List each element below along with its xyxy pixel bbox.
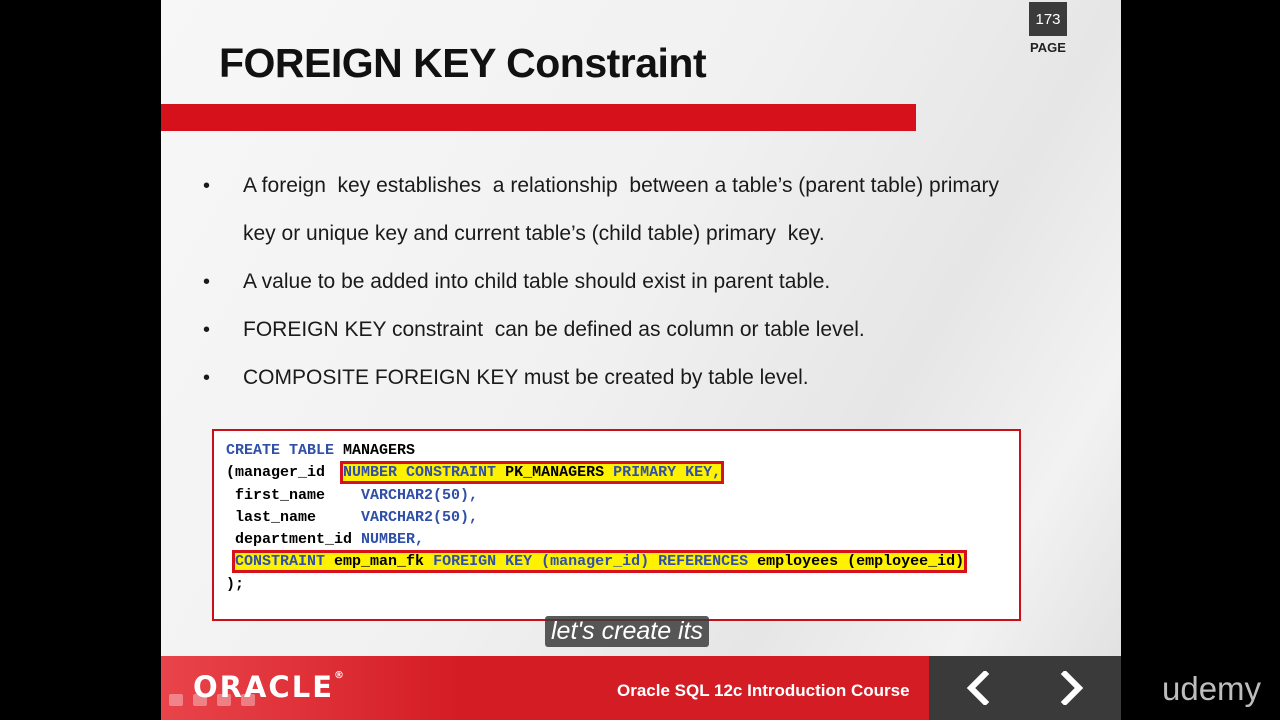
slide-title: FOREIGN KEY Constraint <box>219 40 707 86</box>
bullet-text: key or unique key and current table’s (c… <box>243 222 825 245</box>
bullet-item: • A foreign key establishes a relationsh… <box>201 162 1101 210</box>
code-type-size: (50), <box>433 486 479 504</box>
code-reference: employees (employee_id) <box>748 553 965 571</box>
bullet-dot-icon: • <box>203 319 211 341</box>
previous-slide-button[interactable] <box>929 656 1025 720</box>
code-keyword: CONSTRAINT <box>235 553 326 571</box>
code-type: NUMBER, <box>361 531 425 549</box>
code-keyword: FOREIGN KEY <box>433 553 533 571</box>
page-label: PAGE <box>1030 40 1066 55</box>
code-type: VARCHAR2 <box>361 508 434 526</box>
code-constraint-name: PK_MANAGERS <box>496 464 614 482</box>
bullet-dot-icon: • <box>203 367 211 389</box>
oracle-logo: ORACLE® <box>193 670 344 704</box>
bullet-text: FOREIGN KEY constraint can be defined as… <box>243 318 865 341</box>
udemy-watermark: udemy <box>1162 670 1262 707</box>
bullet-dot-icon: • <box>203 271 211 293</box>
oracle-registered-mark: ® <box>334 670 344 681</box>
code-table-name: MANAGERS <box>334 442 416 459</box>
page-number: 173 <box>1035 10 1061 28</box>
course-title: Oracle SQL 12c Introduction Course <box>617 681 910 700</box>
bullet-text: A value to be added into child table sho… <box>243 270 831 293</box>
video-subtitle: let's create its <box>545 616 710 647</box>
next-slide-button[interactable] <box>1025 656 1121 720</box>
code-constraint-name: emp_man_fk <box>325 553 434 571</box>
code-close: ); <box>226 575 245 593</box>
code-column: department_id <box>226 531 362 549</box>
bullet-dot-icon: • <box>203 175 211 197</box>
bullet-text: A foreign key establishes a relationship… <box>243 174 1000 197</box>
code-column: (manager_id <box>226 464 344 482</box>
oracle-logo-text: ORACLE <box>193 670 334 704</box>
code-type-size: (50), <box>433 508 479 526</box>
bullet-item: • COMPOSITE FOREIGN KEY must be created … <box>201 354 1101 402</box>
sql-code-box: CREATE TABLE MANAGERS (manager_id NUMBER… <box>212 429 1021 621</box>
chevron-left-icon <box>966 671 990 705</box>
code-keyword: CREATE TABLE <box>226 442 335 459</box>
bullet-item: • FOREIGN KEY constraint can be defined … <box>201 306 1101 354</box>
code-column: first_name <box>226 486 362 504</box>
code-column: last_name <box>226 508 362 526</box>
title-accent-bar <box>161 104 916 131</box>
code-type: VARCHAR2 <box>361 486 434 504</box>
code-column-ref: (manager_id) <box>532 553 659 571</box>
code-keyword: NUMBER CONSTRAINT <box>343 464 497 482</box>
bullet-item-continuation: key or unique key and current table’s (c… <box>201 210 1101 258</box>
code-keyword: REFERENCES <box>658 553 749 571</box>
bullet-item: • A value to be added into child table s… <box>201 258 1101 306</box>
code-keyword: PRIMARY KEY, <box>613 464 722 482</box>
faded-control-icon <box>169 694 183 706</box>
slide-navigation <box>929 656 1121 720</box>
code-highlight-foreign-key: CONSTRAINT emp_man_fk FOREIGN KEY (manag… <box>232 550 968 574</box>
chevron-right-icon <box>1060 671 1084 705</box>
code-highlight-primary-key: NUMBER CONSTRAINT PK_MANAGERS PRIMARY KE… <box>340 461 725 485</box>
sql-code: CREATE TABLE MANAGERS (manager_id NUMBER… <box>226 440 968 596</box>
slide: 173 PAGE FOREIGN KEY Constraint • A fore… <box>161 0 1121 720</box>
bullet-list: • A foreign key establishes a relationsh… <box>201 162 1101 402</box>
page-number-badge: 173 <box>1029 2 1067 36</box>
bullet-text: COMPOSITE FOREIGN KEY must be created by… <box>243 366 809 389</box>
